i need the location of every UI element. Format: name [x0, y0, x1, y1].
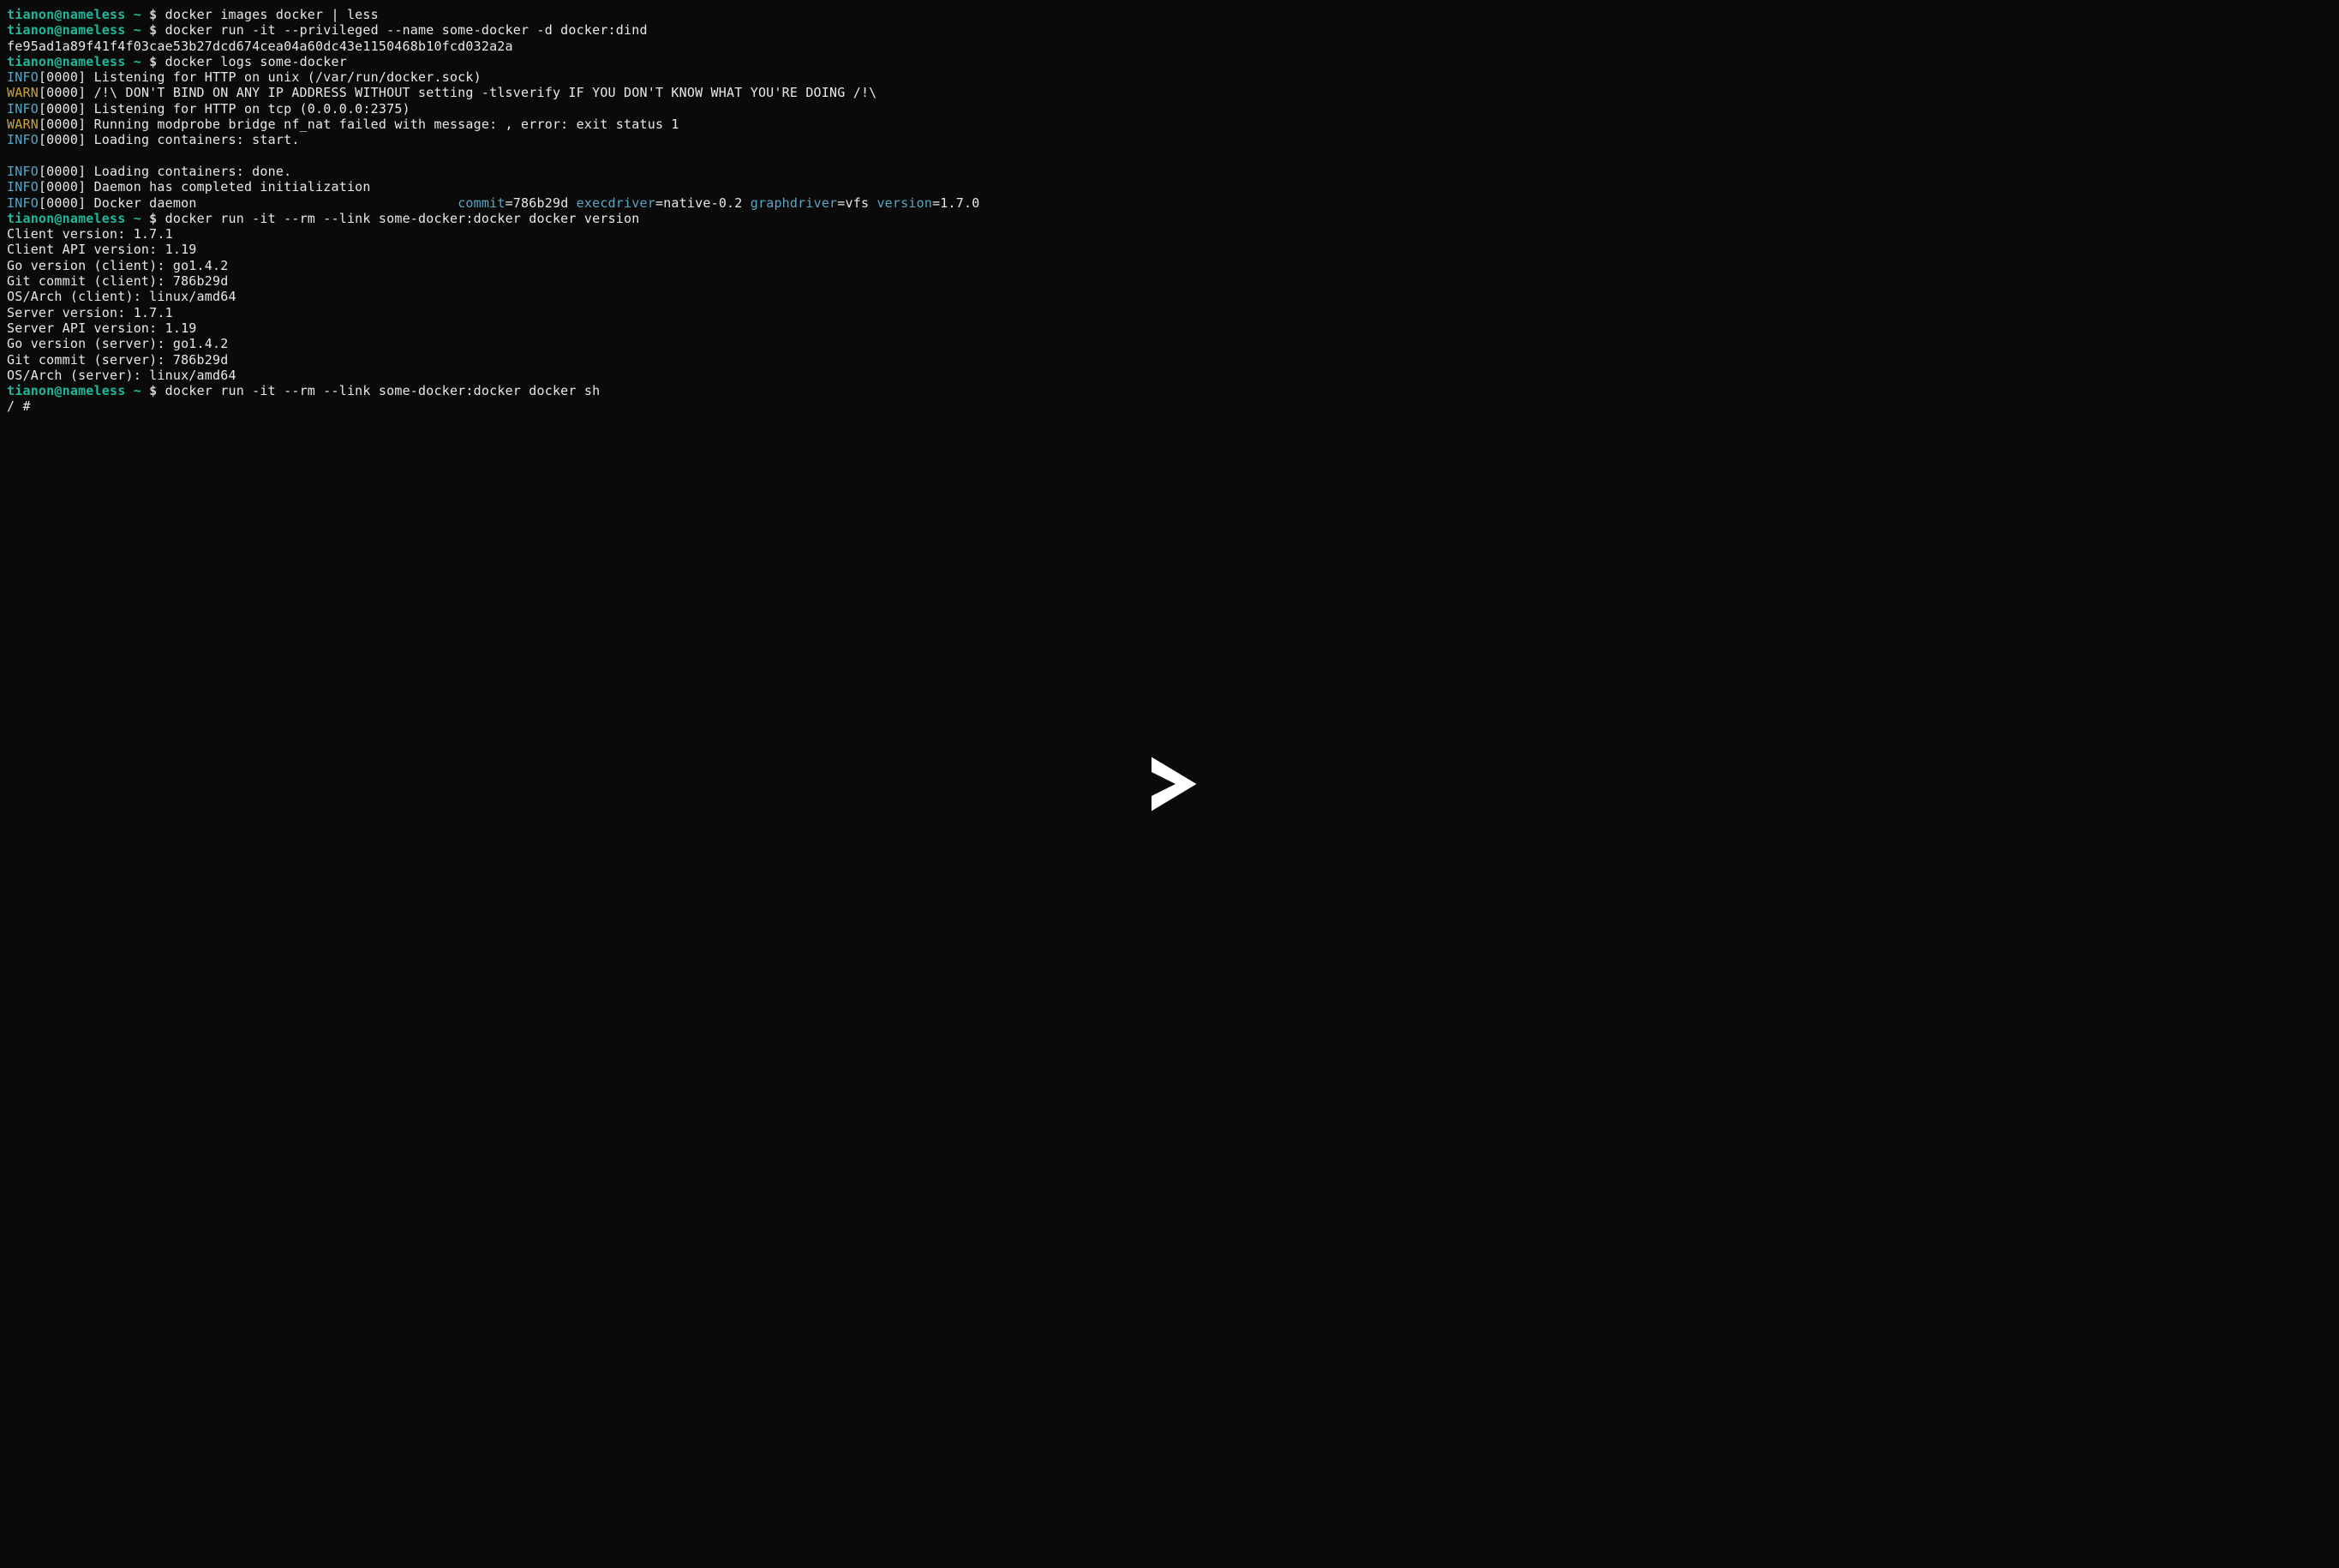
version-line: Git commit (server): 786b29d — [7, 352, 2332, 368]
version-line: Go version (client): go1.4.2 — [7, 258, 2332, 273]
log-level-info: INFO — [7, 179, 39, 195]
log-timestamp: [0000] — [39, 179, 86, 195]
terminal[interactable]: tianon@nameless ~ $ docker images docker… — [7, 7, 2332, 415]
log-message: Docker daemon — [94, 195, 197, 211]
play-button[interactable] — [1140, 754, 1199, 814]
log-line-2: WARN[0000] /!\ DON'T BIND ON ANY IP ADDR… — [7, 85, 2332, 100]
command-3: docker logs some-docker — [165, 54, 347, 69]
version-line: OS/Arch (client): linux/amd64 — [7, 289, 2332, 304]
prompt-tilde: ~ — [134, 22, 141, 38]
prompt-line-3: tianon@nameless ~ $ docker logs some-doc… — [7, 54, 2332, 69]
prompt-user: tianon@nameless — [7, 211, 125, 226]
version-line: Go version (server): go1.4.2 — [7, 336, 2332, 351]
command-1: docker images docker | less — [165, 7, 379, 22]
log-line-4: WARN[0000] Running modprobe bridge nf_na… — [7, 117, 2332, 132]
log-timestamp: [0000] — [39, 85, 86, 100]
output-container-id: fe95ad1a89f41f4f03cae53b27dcd674cea04a60… — [7, 39, 2332, 54]
log-timestamp: [0000] — [39, 101, 86, 117]
version-line: Client API version: 1.19 — [7, 242, 2332, 257]
prompt-user: tianon@nameless — [7, 383, 125, 398]
log-timestamp: [0000] — [39, 164, 86, 179]
log-message: Daemon has completed initialization — [94, 179, 371, 195]
prompt-tilde: ~ — [134, 383, 141, 398]
kv-key-execdriver: execdriver — [577, 195, 655, 211]
log-level-info: INFO — [7, 164, 39, 179]
log-message: Loading containers: done. — [94, 164, 292, 179]
kv-val-version: =1.7.0 — [932, 195, 979, 211]
command-4: docker run -it --rm --link some-docker:d… — [165, 211, 640, 226]
prompt-line-2: tianon@nameless ~ $ docker run -it --pri… — [7, 22, 2332, 38]
prompt-tilde: ~ — [134, 211, 141, 226]
prompt-tilde: ~ — [134, 54, 141, 69]
log-timestamp: [0000] — [39, 69, 86, 85]
log-message: Listening for HTTP on unix (/var/run/doc… — [94, 69, 482, 85]
log-level-warn: WARN — [7, 117, 39, 132]
log-message: Listening for HTTP on tcp (0.0.0.0:2375) — [94, 101, 410, 117]
log-timestamp: [0000] — [39, 132, 86, 147]
prompt-user: tianon@nameless — [7, 7, 125, 22]
kv-key-commit: commit — [458, 195, 505, 211]
kv-val-execdriver: =native-0.2 — [655, 195, 751, 211]
prompt-line-4: tianon@nameless ~ $ docker run -it --rm … — [7, 211, 2332, 226]
prompt-line-1: tianon@nameless ~ $ docker images docker… — [7, 7, 2332, 22]
kv-val-graphdriver: =vfs — [837, 195, 876, 211]
command-5: docker run -it --rm --link some-docker:d… — [165, 383, 601, 398]
log-timestamp: [0000] — [39, 117, 86, 132]
log-level-info: INFO — [7, 195, 39, 211]
log-line-5: INFO[0000] Loading containers: start. — [7, 132, 2332, 147]
version-line: Git commit (client): 786b29d — [7, 273, 2332, 289]
log-message: Running modprobe bridge nf_nat failed wi… — [94, 117, 679, 132]
version-line: OS/Arch (server): linux/amd64 — [7, 368, 2332, 383]
log-level-info: INFO — [7, 132, 39, 147]
play-icon — [1140, 754, 1199, 814]
prompt-user: tianon@nameless — [7, 54, 125, 69]
log-padding — [197, 195, 458, 211]
prompt-line-5: tianon@nameless ~ $ docker run -it --rm … — [7, 383, 2332, 398]
kv-key-version: version — [876, 195, 932, 211]
log-timestamp: [0000] — [39, 195, 86, 211]
kv-key-graphdriver: graphdriver — [751, 195, 838, 211]
log-line-3: INFO[0000] Listening for HTTP on tcp (0.… — [7, 101, 2332, 117]
log-message: Loading containers: start. — [94, 132, 300, 147]
log-level-warn: WARN — [7, 85, 39, 100]
command-2: docker run -it --privileged --name some-… — [165, 22, 648, 38]
kv-val-commit: =786b29d — [505, 195, 577, 211]
blank-line — [7, 148, 2332, 164]
log-level-info: INFO — [7, 101, 39, 117]
log-line-7: INFO[0000] Daemon has completed initiali… — [7, 179, 2332, 195]
log-line-8: INFO[0000] Docker daemon commit=786b29d … — [7, 195, 2332, 211]
log-message: /!\ DON'T BIND ON ANY IP ADDRESS WITHOUT… — [94, 85, 877, 100]
log-line-6: INFO[0000] Loading containers: done. — [7, 164, 2332, 179]
shell-prompt: / # — [7, 398, 2332, 414]
prompt-tilde: ~ — [134, 7, 141, 22]
version-line: Client version: 1.7.1 — [7, 226, 2332, 242]
version-line: Server API version: 1.19 — [7, 320, 2332, 336]
log-level-info: INFO — [7, 69, 39, 85]
prompt-user: tianon@nameless — [7, 22, 125, 38]
version-line: Server version: 1.7.1 — [7, 305, 2332, 320]
log-line-1: INFO[0000] Listening for HTTP on unix (/… — [7, 69, 2332, 85]
